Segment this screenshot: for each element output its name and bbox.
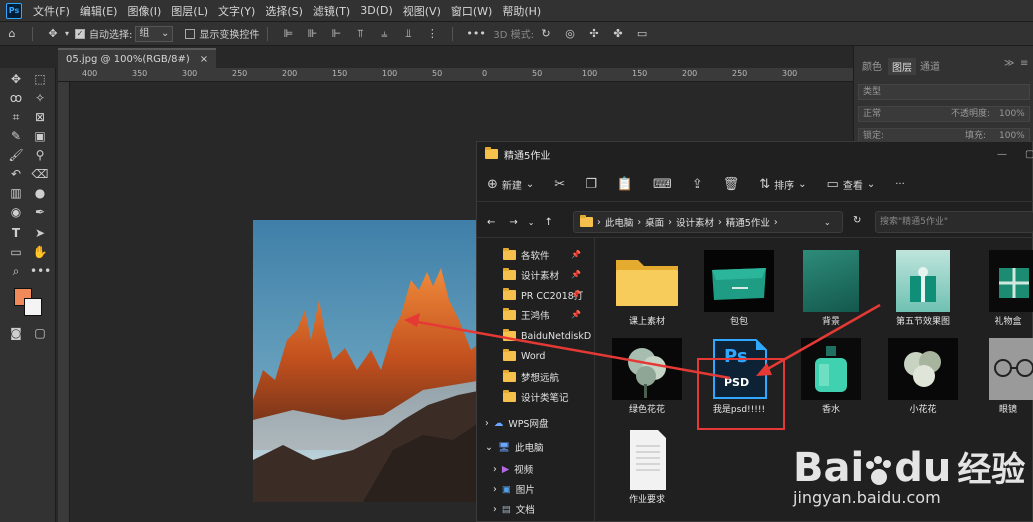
baidu-jingyan-watermark: Bai du 经验 jingyan.baidu.com — [793, 440, 1033, 522]
pointer-arrowhead — [756, 363, 772, 376]
paw-icon — [864, 453, 894, 487]
watermark-bai: Bai — [793, 445, 865, 491]
photoshop-window: Ps 文件(F) 编辑(E) 图像(I) 图层(L) 文字(Y) 选择(S) 滤… — [0, 0, 1033, 522]
watermark-url: jingyan.baidu.com — [793, 488, 941, 507]
watermark-brand: Bai du 经验 — [793, 442, 1025, 491]
watermark-du: du — [894, 445, 952, 491]
drag-arrow-line — [411, 319, 731, 380]
pointer-arrow-line — [763, 303, 881, 373]
watermark-cn: 经验 — [957, 450, 1026, 490]
drag-arrowhead — [404, 313, 420, 327]
